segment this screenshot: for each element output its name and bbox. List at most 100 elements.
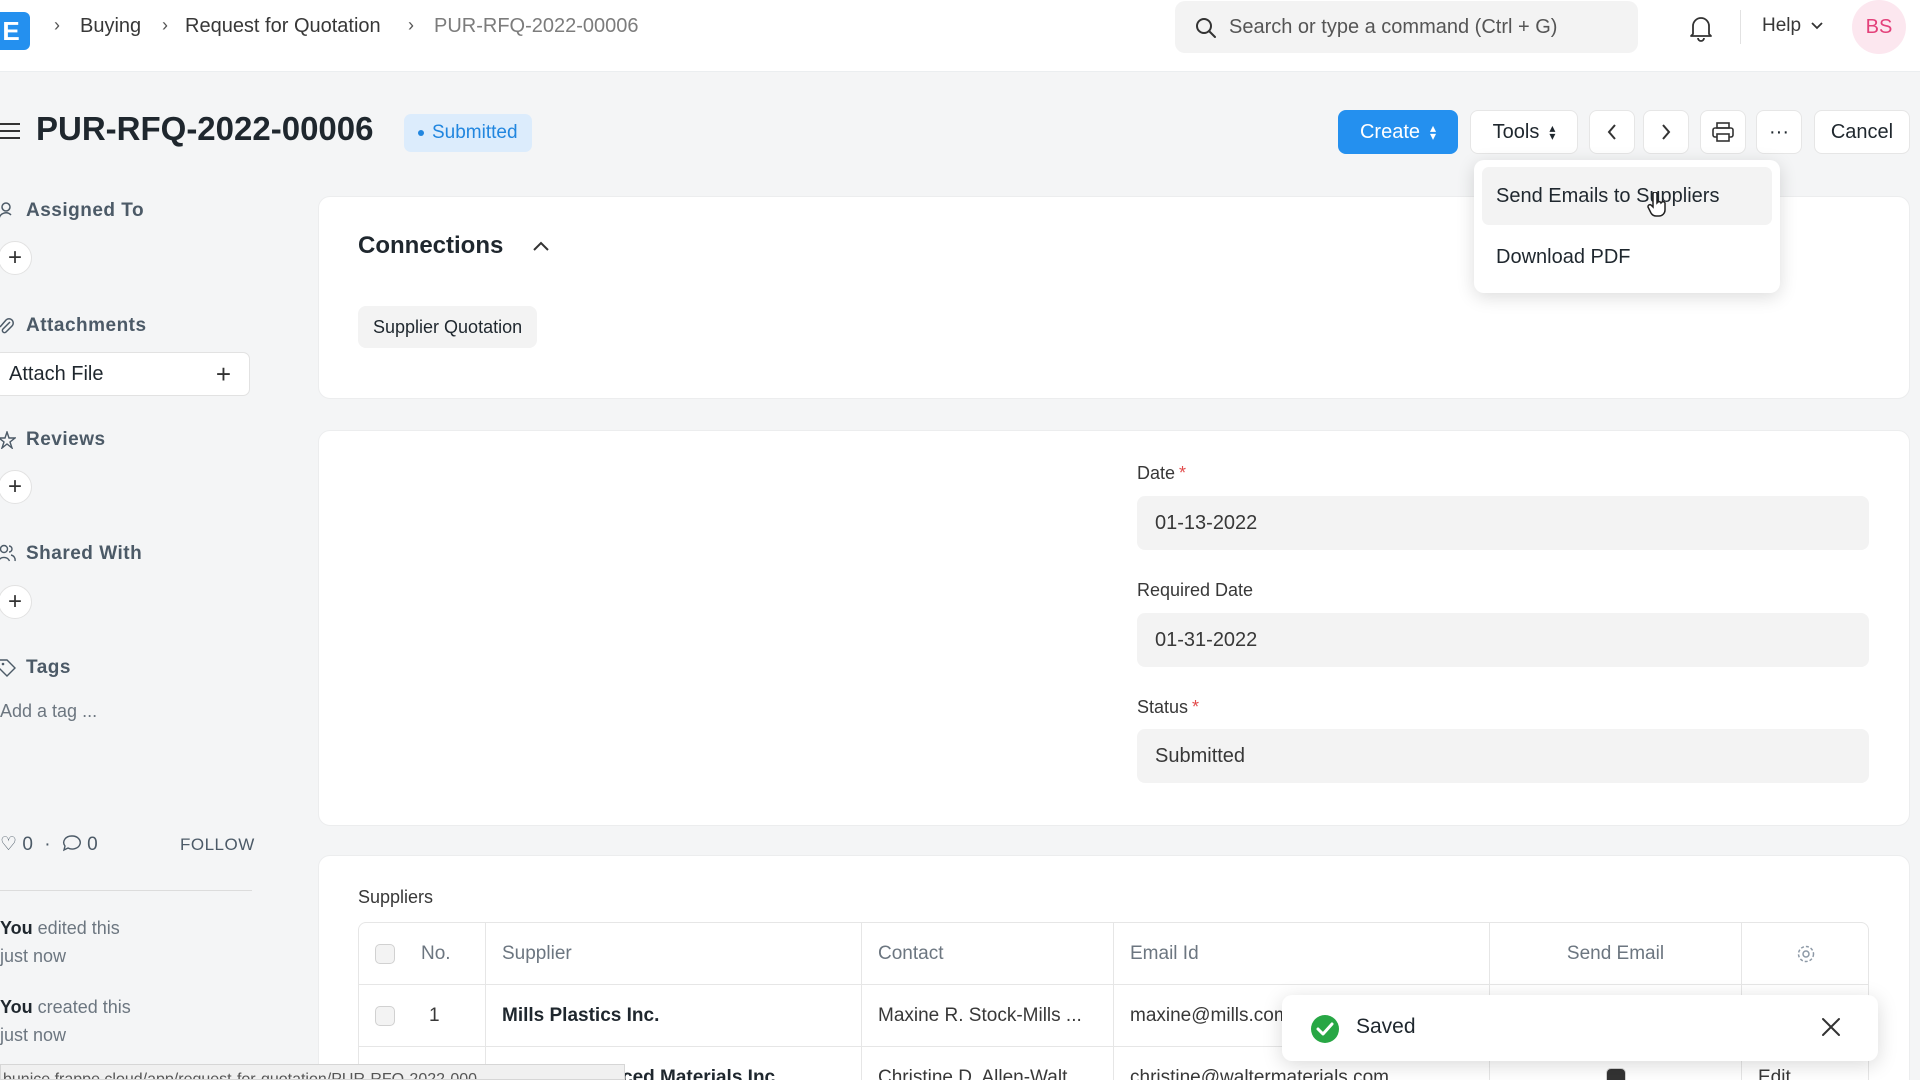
reviews-label: Reviews xyxy=(26,429,106,450)
likes-comments: ♡ 0 · 0 xyxy=(0,833,98,856)
date-label: Date * xyxy=(1137,463,1186,484)
add-assignee-button[interactable]: + xyxy=(0,241,32,275)
search-input[interactable] xyxy=(1229,13,1619,41)
previous-doc-button[interactable] xyxy=(1589,110,1635,154)
star-icon xyxy=(0,431,16,449)
like-count: 0 xyxy=(22,834,33,855)
app-logo[interactable]: E xyxy=(0,12,30,50)
cancel-button[interactable]: Cancel xyxy=(1814,110,1910,154)
search-icon xyxy=(1196,18,1216,38)
tag-icon xyxy=(0,659,16,677)
hand-cursor-icon xyxy=(1647,192,1666,217)
tools-button-label: Tools xyxy=(1492,120,1540,143)
cancel-button-label: Cancel xyxy=(1830,120,1894,143)
chevron-right-icon: › xyxy=(54,15,60,35)
follow-button[interactable]: FOLLOW xyxy=(180,835,255,855)
printer-icon xyxy=(1712,122,1734,142)
create-button-label: Create xyxy=(1359,120,1420,143)
connections-title[interactable]: Connections xyxy=(358,232,503,260)
row-contact[interactable]: Christine D. Allen-Walt... xyxy=(862,1047,1114,1080)
plus-icon: + xyxy=(215,359,231,389)
chevron-right-icon xyxy=(1662,124,1671,140)
more-actions-button[interactable]: ··· xyxy=(1756,110,1802,154)
activity-item: You created this just now xyxy=(0,993,131,1049)
activity-time: just now xyxy=(0,1025,67,1045)
status-field[interactable]: Submitted xyxy=(1137,729,1869,783)
activity-time: just now xyxy=(0,946,67,966)
sidebar-toggle-icon[interactable] xyxy=(0,121,22,141)
paperclip-icon xyxy=(0,318,14,334)
status-label: Status * xyxy=(1137,697,1199,718)
attach-file-label: Attach File xyxy=(9,363,104,385)
print-button[interactable] xyxy=(1700,110,1746,154)
date-field[interactable]: 01-13-2022 xyxy=(1137,496,1869,550)
breadcrumb-request-for-quotation[interactable]: Request for Quotation xyxy=(185,14,381,38)
create-button[interactable]: Create ▴ ▾ xyxy=(1338,110,1458,154)
row-edit-button[interactable]: Edit xyxy=(1758,1067,1791,1080)
activity-user: You xyxy=(0,997,33,1017)
col-send-email: Send Email xyxy=(1490,923,1742,984)
search-bar[interactable] xyxy=(1175,1,1638,53)
row-no: 1 xyxy=(359,985,486,1046)
activity-text: created this xyxy=(32,997,131,1017)
navbar-divider xyxy=(1740,10,1741,44)
menu-item-download-pdf[interactable]: Download PDF xyxy=(1482,228,1772,286)
chevron-up-icon[interactable] xyxy=(532,240,550,252)
attachments-label: Attachments xyxy=(26,315,147,336)
table-header-row: No. Supplier Contact Email Id Send Email xyxy=(359,923,1868,985)
activity-user: You xyxy=(0,918,33,938)
col-supplier: Supplier xyxy=(486,923,862,984)
supplier-quotation-link[interactable]: Supplier Quotation xyxy=(358,306,538,348)
avatar[interactable]: BS xyxy=(1852,0,1906,54)
breadcrumb-buying[interactable]: Buying xyxy=(80,14,141,38)
comment-count: 0 xyxy=(87,834,98,855)
attach-file-button[interactable]: Attach File + xyxy=(0,352,250,396)
activity-text: edited this xyxy=(32,918,120,938)
breadcrumb-current[interactable]: PUR-RFQ-2022-00006 xyxy=(434,14,639,38)
col-no: No. xyxy=(359,923,486,984)
navbar: E › Buying › Request for Quotation › PUR… xyxy=(0,0,1920,72)
close-icon[interactable] xyxy=(1820,1016,1842,1038)
status-badge-label: Submitted xyxy=(432,122,518,143)
status-badge: Submitted xyxy=(404,114,532,152)
add-tag-input[interactable]: Add a tag ... xyxy=(0,701,97,722)
next-doc-button[interactable] xyxy=(1643,110,1689,154)
tools-button[interactable]: Tools ▴ ▾ xyxy=(1470,110,1578,154)
required-date-field[interactable]: 01-31-2022 xyxy=(1137,613,1869,667)
separator-dot: · xyxy=(44,834,51,855)
date-label-text: Date xyxy=(1137,463,1176,483)
assign-user-icon xyxy=(0,202,12,219)
updown-chevron-icon: ▴ ▾ xyxy=(1430,121,1437,143)
add-review-button[interactable]: + xyxy=(0,470,32,504)
menu-item-send-emails[interactable]: Send Emails to Suppliers xyxy=(1482,167,1772,225)
chevron-left-icon xyxy=(1607,124,1616,140)
col-contact: Contact xyxy=(862,923,1114,984)
status-label-text: Status xyxy=(1137,697,1189,717)
sidebar-divider xyxy=(0,890,252,891)
row-supplier[interactable]: Mills Plastics Inc. xyxy=(486,985,862,1046)
status-dot-icon xyxy=(418,129,424,136)
chevron-right-icon: › xyxy=(162,15,168,35)
add-share-button[interactable]: + xyxy=(0,585,32,619)
required-asterisk: * xyxy=(1192,697,1200,717)
heart-icon[interactable]: ♡ xyxy=(0,834,17,855)
column-settings-cell xyxy=(1742,923,1868,984)
toast-message: Saved xyxy=(1356,1015,1416,1038)
tags-label: Tags xyxy=(26,657,71,678)
send-email-checkbox[interactable] xyxy=(1605,1067,1626,1080)
help-label: Help xyxy=(1762,15,1802,36)
gear-icon[interactable] xyxy=(1796,944,1816,964)
saved-toast: Saved xyxy=(1282,995,1878,1061)
shared-with-label: Shared With xyxy=(26,543,143,564)
more-dots-icon: ··· xyxy=(1769,120,1789,143)
check-circle-icon xyxy=(1311,1015,1339,1043)
page-title: PUR-RFQ-2022-00006 xyxy=(36,110,374,147)
users-icon xyxy=(0,544,16,562)
chevron-right-icon: › xyxy=(408,15,414,35)
row-contact[interactable]: Maxine R. Stock-Mills ... xyxy=(862,985,1114,1046)
help-menu[interactable]: Help xyxy=(1762,15,1824,37)
bell-icon[interactable] xyxy=(1688,14,1714,42)
required-date-label: Required Date xyxy=(1137,580,1254,600)
col-email-id: Email Id xyxy=(1114,923,1490,984)
comment-icon[interactable] xyxy=(62,834,82,852)
